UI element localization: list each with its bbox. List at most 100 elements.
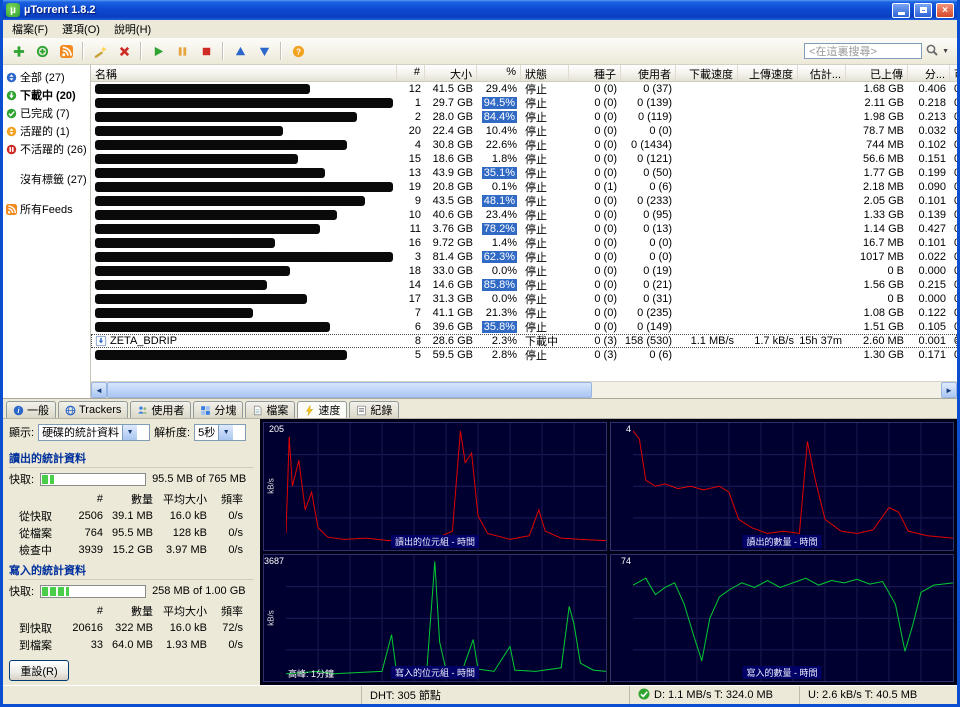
horizontal-scrollbar[interactable]: ◄ ► xyxy=(91,381,957,398)
sidebar-item-2[interactable]: 已完成 (7) xyxy=(3,104,90,122)
torrent-row[interactable]: 381.4 GB62.3%停止0 (0)0 (0)1017 MB0.0220. xyxy=(91,250,957,264)
sidebar-item-4[interactable]: 不活躍的 (26) xyxy=(3,140,90,158)
list-header: 名稱#大小%狀態種子使用者下載速度上傳速度估計...已上傳分...可用 xyxy=(91,65,957,82)
torrent-row[interactable]: 1040.6 GB23.4%停止0 (0)0 (95)1.33 GB0.1390… xyxy=(91,208,957,222)
cache-row: 快取: 258 MB of 1.00 GB xyxy=(9,583,254,599)
censored-name xyxy=(95,238,275,248)
column-header-size[interactable]: 大小 xyxy=(425,65,477,81)
torrent-row[interactable]: 1833.0 GB0.0%停止0 (0)0 (19)0 B0.0000. xyxy=(91,264,957,278)
column-header-pct[interactable]: % xyxy=(477,65,521,81)
scroll-right-button[interactable]: ► xyxy=(941,382,957,398)
column-header-seeds[interactable]: 種子 xyxy=(569,65,621,81)
cell-ratio: 0.213 xyxy=(908,111,950,123)
tab-logger[interactable]: 紀錄 xyxy=(349,401,399,418)
torrent-row[interactable]: ZETA_BDRIP828.6 GB2.3%下載中0 (3)158 (530)1… xyxy=(91,334,957,348)
tab-peers[interactable]: 使用者 xyxy=(130,401,191,418)
cell-name xyxy=(91,140,397,150)
move-down-button[interactable] xyxy=(253,40,275,62)
torrent-row[interactable]: 1920.8 GB0.1%停止0 (1)0 (6)2.18 MB0.0900. xyxy=(91,180,957,194)
close-button[interactable]: × xyxy=(936,3,954,18)
torrent-row[interactable]: 1731.3 GB0.0%停止0 (0)0 (31)0 B0.0000. xyxy=(91,292,957,306)
cell-avail: 0. xyxy=(950,237,957,249)
search-icon[interactable] xyxy=(925,43,939,60)
move-up-button[interactable] xyxy=(229,40,251,62)
censored-name xyxy=(95,196,365,206)
torrent-row[interactable]: 113.76 GB78.2%停止0 (0)0 (13)1.14 GB0.4270… xyxy=(91,222,957,236)
torrent-row[interactable]: 1241.5 GB29.4%停止0 (0)0 (37)1.68 GB0.4060… xyxy=(91,82,957,96)
tab-general[interactable]: i一般 xyxy=(6,401,56,418)
add-torrent-button[interactable] xyxy=(7,40,29,62)
reset-button[interactable]: 重設(R) xyxy=(9,660,69,681)
column-header-avail[interactable]: 可用 xyxy=(950,65,957,81)
sidebar-item-6[interactable]: 所有Feeds xyxy=(3,200,90,218)
titlebar[interactable]: µ µTorrent 1.8.2 × xyxy=(3,0,957,20)
column-header-uploaded[interactable]: 已上傳 xyxy=(846,65,908,81)
cell-name xyxy=(91,308,397,318)
graph-plot xyxy=(633,555,953,682)
tab-trackers[interactable]: Trackers xyxy=(58,401,128,418)
censored-name xyxy=(95,350,347,360)
remove-icon xyxy=(118,45,131,58)
rss-button[interactable] xyxy=(55,40,77,62)
tab-pieces[interactable]: 分塊 xyxy=(193,401,243,418)
create-button[interactable] xyxy=(89,40,111,62)
menu-item-1[interactable]: 選項(O) xyxy=(55,20,107,38)
menu-item-2[interactable]: 說明(H) xyxy=(107,20,158,38)
torrent-row[interactable]: 1414.6 GB85.8%停止0 (0)0 (21)1.56 GB0.2150… xyxy=(91,278,957,292)
cell-peers: 0 (119) xyxy=(621,111,676,123)
torrent-row[interactable]: 741.1 GB21.3%停止0 (0)0 (235)1.08 GB0.1220… xyxy=(91,306,957,320)
censored-name xyxy=(95,126,283,136)
tab-speed[interactable]: 速度 xyxy=(297,401,347,418)
maximize-icon xyxy=(920,7,927,13)
torrent-row[interactable]: 1518.6 GB1.8%停止0 (0)0 (121)56.6 MB0.1510… xyxy=(91,152,957,166)
torrent-row[interactable]: 430.8 GB22.6%停止0 (0)0 (1434)744 MB0.1020… xyxy=(91,138,957,152)
sidebar-item-5[interactable]: 沒有標籤 (27) xyxy=(3,170,90,188)
cell-size: 31.3 GB xyxy=(425,293,477,305)
cell-ratio: 0.000 xyxy=(908,265,950,277)
cell-seeds: 0 (0) xyxy=(569,83,621,95)
help-button[interactable]: ? xyxy=(287,40,309,62)
sidebar-item-3[interactable]: 活躍的 (1) xyxy=(3,122,90,140)
sidebar-item-0[interactable]: 全部 (27) xyxy=(3,68,90,86)
resolution-select[interactable]: 5秒 ▼ xyxy=(194,424,246,441)
cell-avail: 0. xyxy=(950,139,957,151)
scroll-thumb[interactable] xyxy=(107,382,592,398)
torrent-row[interactable]: 2022.4 GB10.4%停止0 (0)0 (0)78.7 MB0.0320. xyxy=(91,124,957,138)
minimize-button[interactable] xyxy=(892,3,910,18)
torrent-row[interactable]: 169.72 GB1.4%停止0 (0)0 (0)16.7 MB0.1010. xyxy=(91,236,957,250)
cell-size: 39.6 GB xyxy=(425,321,477,333)
stop-button[interactable] xyxy=(195,40,217,62)
column-header-name[interactable]: 名稱 xyxy=(91,65,397,81)
column-header-ratio[interactable]: 分... xyxy=(908,65,950,81)
sidebar-item-1[interactable]: 下載中 (20) xyxy=(3,86,90,104)
cell-status: 停止 xyxy=(521,96,569,110)
torrent-row[interactable]: 639.6 GB35.8%停止0 (0)0 (149)1.51 GB0.1050… xyxy=(91,320,957,334)
start-button[interactable] xyxy=(147,40,169,62)
column-header-peers[interactable]: 使用者 xyxy=(621,65,676,81)
torrent-row[interactable]: 1343.9 GB35.1%停止0 (0)0 (50)1.77 GB0.1990… xyxy=(91,166,957,180)
torrent-row[interactable]: 228.0 GB84.4%停止0 (0)0 (119)1.98 GB0.2130… xyxy=(91,110,957,124)
cell-ratio: 0.139 xyxy=(908,209,950,221)
remove-button[interactable] xyxy=(113,40,135,62)
show-select[interactable]: 硬碟的統計資料 ▼ xyxy=(38,424,150,441)
add-url-button[interactable] xyxy=(31,40,53,62)
search-input[interactable]: <在這裏搜尋> xyxy=(804,43,922,59)
percent-badge: 62.3% xyxy=(482,251,517,263)
maximize-button[interactable] xyxy=(914,3,932,18)
menu-item-0[interactable]: 檔案(F) xyxy=(5,20,55,38)
torrent-row[interactable]: 559.5 GB2.8%停止0 (3)0 (6)1.30 GB0.1710. xyxy=(91,348,957,362)
graph-max-label: 4 xyxy=(626,424,631,434)
column-header-ul[interactable]: 上傳速度 xyxy=(738,65,798,81)
column-header-eta[interactable]: 估計... xyxy=(798,65,846,81)
column-header-num[interactable]: # xyxy=(397,65,425,81)
pause-button[interactable] xyxy=(171,40,193,62)
scroll-left-button[interactable]: ◄ xyxy=(91,382,107,398)
scroll-track[interactable] xyxy=(592,382,941,398)
search-engine-dropdown-icon[interactable]: ▼ xyxy=(942,48,949,55)
cell-name xyxy=(91,84,397,94)
torrent-row[interactable]: 129.7 GB94.5%停止0 (0)0 (139)2.11 GB0.2180… xyxy=(91,96,957,110)
torrent-row[interactable]: 943.5 GB48.1%停止0 (0)0 (233)2.05 GB0.1010… xyxy=(91,194,957,208)
tab-files[interactable]: 檔案 xyxy=(245,401,295,418)
column-header-status[interactable]: 狀態 xyxy=(521,65,569,81)
column-header-dl[interactable]: 下載速度 xyxy=(676,65,738,81)
